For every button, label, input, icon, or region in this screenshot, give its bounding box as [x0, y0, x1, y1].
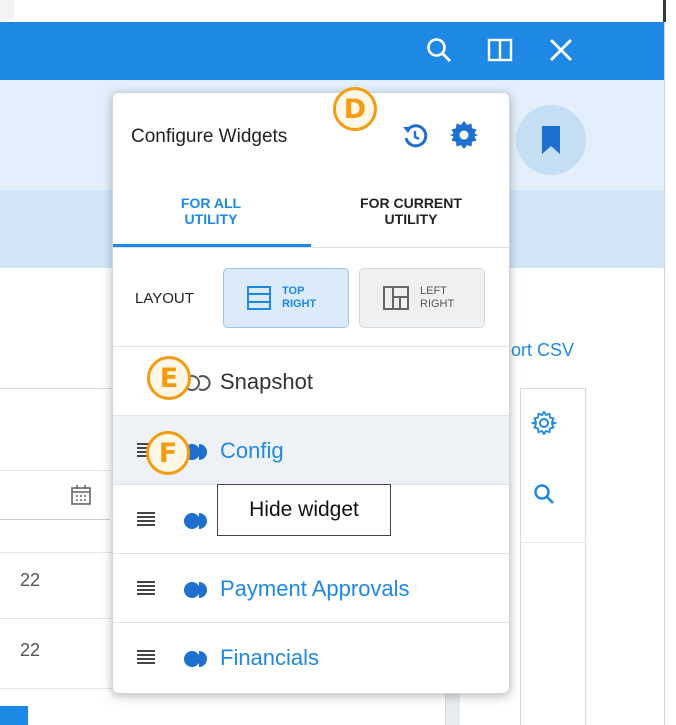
annotation-badge-d: D [333, 87, 377, 131]
toggle-on-icon[interactable] [183, 581, 215, 604]
search-icon[interactable] [533, 483, 555, 510]
tab-for-all-utility[interactable]: FOR ALL UTILITY [113, 195, 309, 227]
tab-for-current-utility[interactable]: FOR CURRENT UTILITY [313, 195, 509, 227]
annotation-badge-e: E [147, 356, 191, 400]
layout-left-right-button[interactable]: LEFT RIGHT [359, 268, 485, 328]
settings-gear-icon[interactable] [449, 120, 479, 155]
tab-label-line2: UTILITY [384, 211, 438, 227]
window-edge [663, 0, 666, 22]
right-edge [664, 22, 676, 725]
popup-title: Configure Widgets [131, 126, 288, 147]
annotation-badge-f: F [146, 431, 190, 475]
table-cell: 22 [20, 570, 41, 590]
bookmark-icon [542, 126, 560, 154]
drag-handle-icon[interactable] [137, 512, 155, 531]
widget-label: Financials [220, 645, 320, 670]
tabs-divider [113, 247, 509, 248]
layout-option-line2: RIGHT [420, 298, 455, 310]
search-icon[interactable] [419, 30, 459, 70]
drag-handle-icon[interactable] [137, 650, 155, 669]
top-strip [0, 0, 676, 22]
tab-label-line2: UTILITY [184, 211, 238, 227]
layout-top-right-icon [247, 286, 271, 310]
window-titlebar [0, 22, 664, 80]
bookmark-button[interactable] [516, 105, 586, 175]
layout-label: LAYOUT [135, 290, 194, 307]
bottom-bar [0, 706, 28, 725]
widget-row-financials[interactable]: Financials [113, 623, 509, 692]
toggle-on-icon[interactable] [183, 512, 215, 535]
layout-option-line1: TOP [282, 285, 305, 297]
layout-option-label: LEFT RIGHT [420, 285, 454, 311]
divider [521, 542, 585, 543]
tab-label-line1: FOR ALL [180, 195, 242, 211]
close-icon[interactable] [541, 30, 581, 70]
drag-handle-icon[interactable] [137, 581, 155, 600]
tab-label-line1: FOR CURRENT [360, 195, 462, 211]
layout-top-right-button[interactable]: TOP RIGHT [223, 268, 349, 328]
tab-chip [0, 0, 14, 22]
widget-row-payment-approvals[interactable]: Payment Approvals [113, 554, 509, 623]
widget-label: Config [220, 438, 284, 463]
toggle-on-icon[interactable] [183, 650, 215, 673]
layout-left-right-icon [383, 286, 409, 310]
layout-option-line2: RIGHT [282, 298, 317, 310]
export-csv-link[interactable]: ort CSV [511, 340, 574, 361]
gear-icon[interactable] [530, 410, 558, 441]
widget-label: Snapshot [220, 369, 313, 394]
table-cell: 22 [20, 640, 41, 660]
date-filter-input[interactable] [0, 470, 110, 520]
reset-icon[interactable] [401, 122, 429, 155]
layout-option-line1: LEFT [420, 285, 447, 297]
widget-label: Payment Approvals [220, 576, 410, 601]
layout-option-label: TOP RIGHT [282, 285, 316, 311]
hide-widget-tooltip: Hide widget [217, 484, 391, 536]
calendar-icon[interactable] [70, 484, 92, 511]
split-view-icon[interactable] [480, 30, 520, 70]
